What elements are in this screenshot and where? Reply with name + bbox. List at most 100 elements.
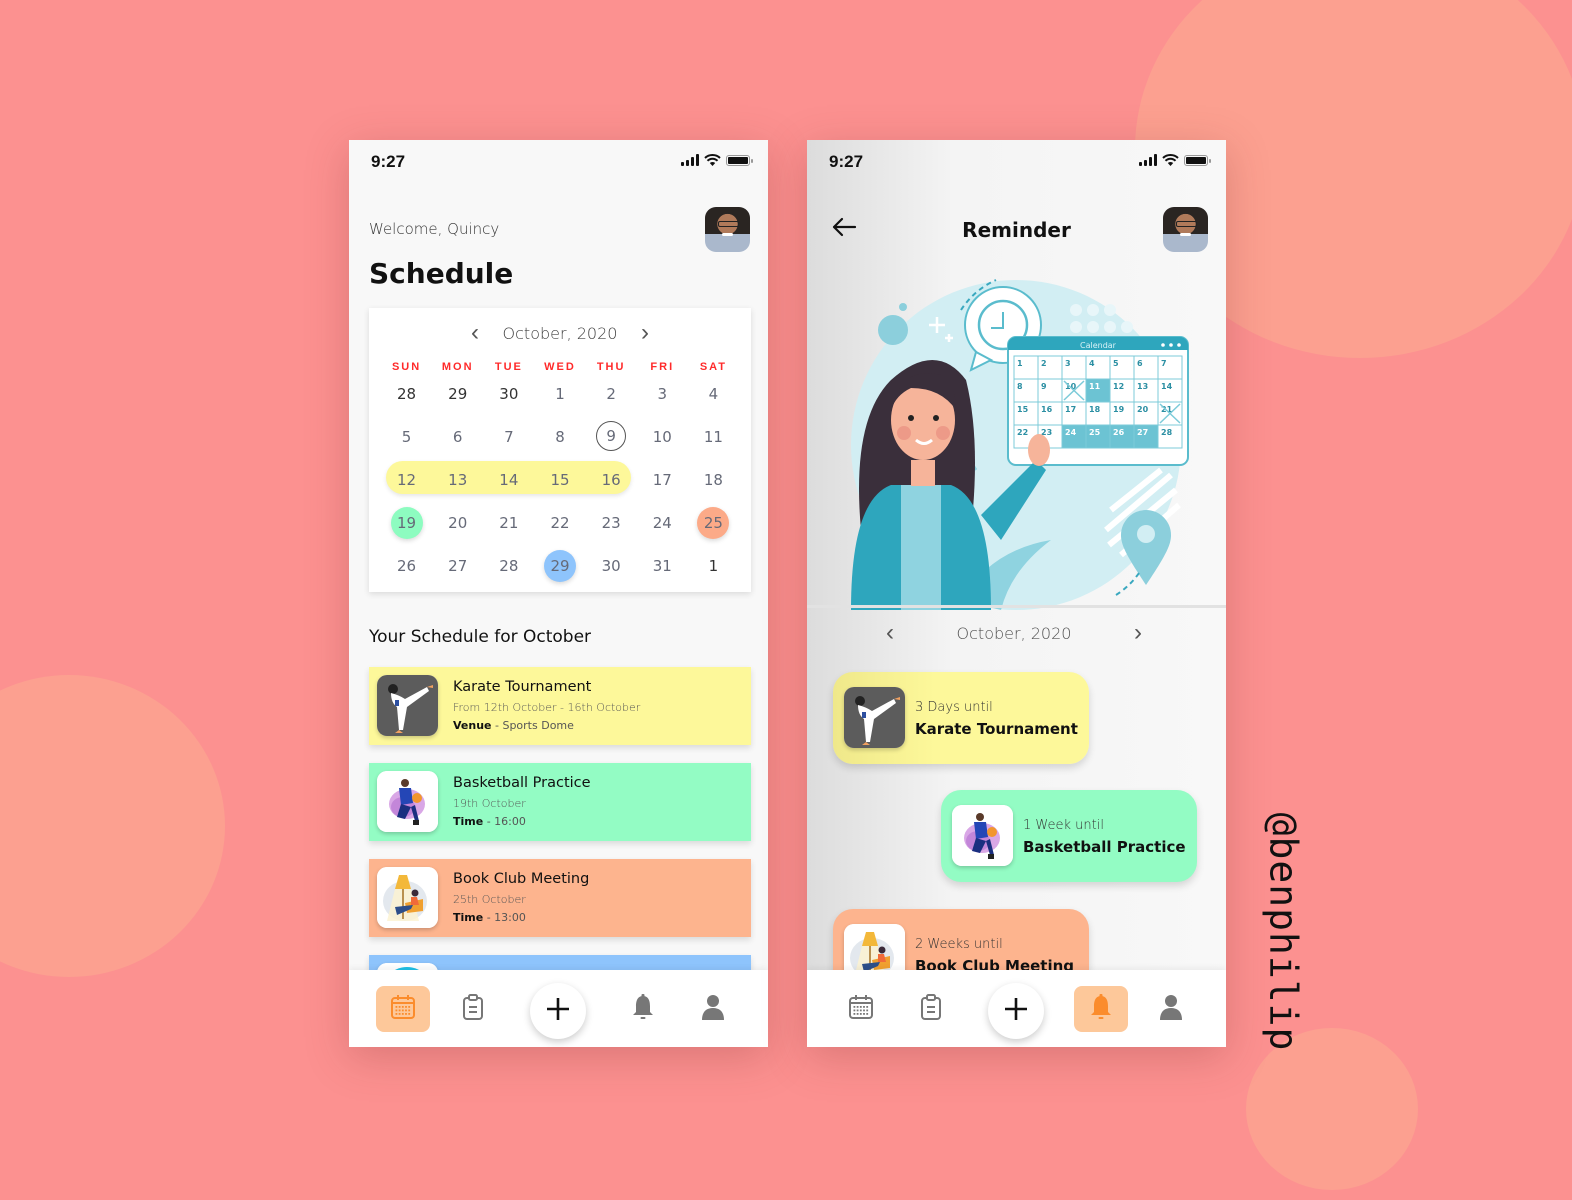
tab-bar (349, 970, 768, 1047)
illustration-calendar-day: 28 (1161, 428, 1173, 437)
day-number: 28 (397, 385, 417, 403)
chevron-left-icon[interactable]: ‹ (455, 321, 495, 345)
weekday-label: WED (544, 361, 576, 373)
day-number: 10 (652, 428, 672, 446)
calendar-day[interactable]: 22 (534, 507, 585, 550)
calendar-day[interactable]: 2 (586, 378, 637, 421)
add-event-button[interactable] (988, 983, 1044, 1039)
event-date: 19th October (453, 797, 526, 810)
calendar-day[interactable]: 27 (432, 550, 483, 593)
calendar-day[interactable]: 28 (483, 550, 534, 593)
calendar-day[interactable]: 18 (688, 464, 739, 507)
illustration-calendar-day: 1 (1017, 359, 1023, 368)
day-number: 16 (601, 471, 621, 489)
day-number: 30 (601, 557, 621, 575)
day-number: 21 (499, 514, 519, 532)
reminder-screen: 9:27 Reminder Calendar 1 2 3 4 5 6 7 8 9… (807, 140, 1226, 1047)
calendar-icon (389, 993, 417, 1026)
calendar-day[interactable]: 9 (586, 421, 637, 464)
illustration-calendar-day: 25 (1089, 428, 1101, 437)
event-card[interactable]: Basketball Practice 19th October Time - … (369, 763, 751, 841)
tab-clipboard[interactable] (904, 986, 958, 1032)
tab-user[interactable] (686, 986, 740, 1032)
tab-bell[interactable] (1074, 986, 1128, 1032)
chevron-left-icon[interactable]: ‹ (870, 621, 910, 645)
calendar-day[interactable]: 23 (586, 507, 637, 550)
illustration-calendar-day: 3 (1065, 359, 1071, 368)
illustration-calendar-day: 27 (1137, 428, 1148, 437)
tab-calendar[interactable] (834, 986, 888, 1032)
illustration-calendar-day: 19 (1113, 405, 1125, 414)
calendar-day[interactable]: 17 (637, 464, 688, 507)
calendar-day[interactable]: 3 (637, 378, 688, 421)
day-number: 23 (601, 514, 621, 532)
event-card[interactable]: Karate Tournament From 12th October - 16… (369, 667, 751, 745)
calendar-day-outside-month[interactable]: 29 (432, 378, 483, 421)
calendar-day[interactable]: 29 (534, 550, 585, 593)
illustration-calendar-day: 5 (1113, 359, 1119, 368)
calendar-day[interactable]: 6 (432, 421, 483, 464)
day-number: 8 (555, 428, 565, 446)
calendar-day[interactable]: 21 (483, 507, 534, 550)
tab-clipboard[interactable] (446, 986, 500, 1032)
chevron-right-icon[interactable]: › (625, 321, 665, 345)
watermark-text: @benphilip (1261, 812, 1305, 1052)
chevron-right-icon[interactable]: › (1118, 621, 1158, 645)
user-avatar[interactable] (1163, 207, 1208, 252)
weekday-label: SUN (391, 361, 422, 373)
calendar-day-outside-month[interactable]: 30 (483, 378, 534, 421)
user-avatar[interactable] (705, 207, 750, 252)
clipboard-icon (919, 993, 943, 1026)
event-detail: Time - 13:00 (453, 911, 526, 924)
tab-calendar[interactable] (376, 986, 430, 1032)
event-title: Karate Tournament (453, 679, 592, 695)
calendar-day[interactable]: 30 (586, 550, 637, 593)
illustration-calendar-day: 16 (1041, 405, 1053, 414)
calendar-day[interactable]: 25 (688, 507, 739, 550)
plus-icon (1003, 996, 1029, 1027)
calendar-day[interactable]: 4 (688, 378, 739, 421)
calendar-day-outside-month[interactable]: 1 (688, 550, 739, 593)
weekday-label: TUE (494, 361, 523, 373)
bell-icon (1088, 993, 1114, 1026)
page-title: Schedule (369, 257, 514, 290)
wifi-icon (1162, 154, 1179, 166)
calendar-day[interactable]: 11 (688, 421, 739, 464)
weekday-label: SAT (699, 361, 727, 373)
reminder-title: Basketball Practice (1023, 838, 1186, 856)
decor-dot (899, 303, 907, 311)
event-detail-value: 16:00 (494, 815, 526, 828)
day-number: 29 (543, 550, 576, 582)
illustration-calendar-day: 11 (1089, 382, 1101, 391)
calendar-day[interactable]: 7 (483, 421, 534, 464)
event-date: From 12th October - 16th October (453, 701, 641, 714)
tab-bell[interactable] (616, 986, 670, 1032)
day-number: 12 (397, 471, 417, 489)
day-number: 27 (448, 557, 468, 575)
status-time: 9:27 (829, 152, 864, 171)
event-card[interactable]: Book Club Meeting 25th October Time - 13… (369, 859, 751, 937)
calendar-day[interactable]: 20 (432, 507, 483, 550)
day-number: 29 (448, 385, 468, 403)
illustration-calendar-day: 20 (1137, 405, 1149, 414)
calendar-day[interactable]: 1 (534, 378, 585, 421)
add-event-button[interactable] (530, 983, 586, 1039)
calendar-day[interactable]: 5 (381, 421, 432, 464)
calendar-day[interactable]: 24 (637, 507, 688, 550)
calendar-day[interactable]: 8 (534, 421, 585, 464)
illustration-calendar-title: Calendar (1080, 341, 1117, 350)
calendar-day[interactable]: 19 (381, 507, 432, 550)
reminder-countdown: 1 Week until (1023, 818, 1104, 833)
divider (807, 605, 1226, 608)
reminder-card[interactable]: 1 Week until Basketball Practice (941, 790, 1197, 882)
tab-user[interactable] (1144, 986, 1198, 1032)
calendar-day-outside-month[interactable]: 28 (381, 378, 432, 421)
calendar-day[interactable]: 10 (637, 421, 688, 464)
month-calendar: ‹ October, 2020 › SUN MON TUE WED THU FRI SAT 2… (369, 308, 751, 592)
illustration-calendar-day: 22 (1017, 428, 1028, 437)
day-number: 1 (555, 385, 565, 403)
calendar-day[interactable]: 31 (637, 550, 688, 593)
day-number: 11 (703, 428, 723, 446)
reminder-card[interactable]: 3 Days until Karate Tournament (833, 672, 1089, 764)
calendar-day[interactable]: 26 (381, 550, 432, 593)
